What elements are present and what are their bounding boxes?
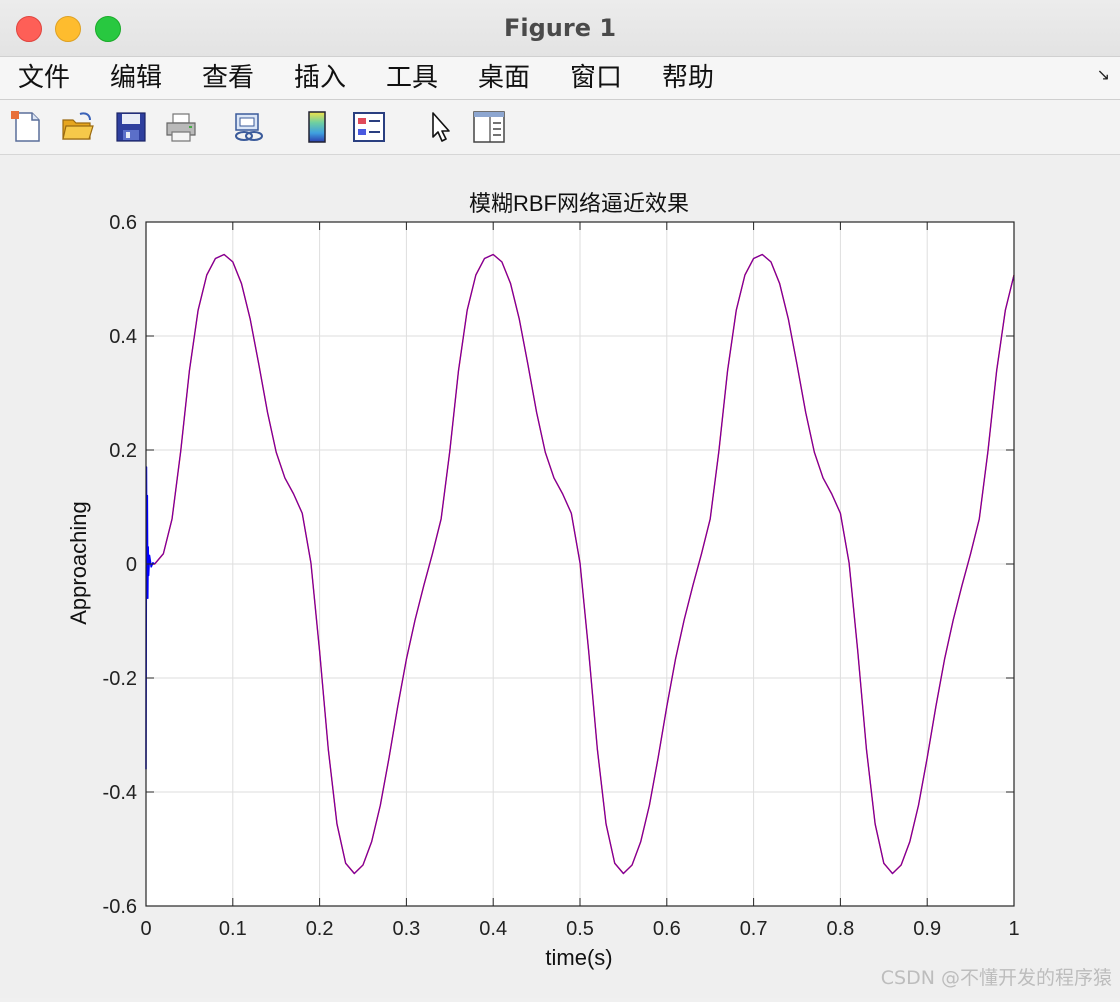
dock-arrow-icon[interactable]: ↘ [1097,65,1110,84]
new-figure-icon[interactable] [10,110,44,144]
menu-file[interactable]: 文件 [18,61,70,95]
x-tick-label: 0 [140,918,151,940]
pointer-icon[interactable] [424,110,458,144]
y-tick-label: 0.6 [109,212,137,234]
x-tick-label: 0.1 [219,918,247,940]
x-tick-label: 0.5 [566,918,594,940]
y-tick-label: 0 [126,554,137,576]
window-title: Figure 1 [503,14,617,42]
property-inspector-icon[interactable] [472,110,506,144]
line-chart[interactable]: 0 0.1 0.2 0.3 0.4 0.5 0.6 0.7 0.8 0.9 1 -0.6 -0.4 -0.… [0,155,1120,998]
legend-icon[interactable] [352,110,386,144]
menu-help[interactable]: 帮助 [662,61,714,95]
y-tick-label: -0.2 [103,668,137,690]
x-tick-label: 1 [1008,918,1019,940]
plot-area: 0 0.1 0.2 0.3 0.4 0.5 0.6 0.7 0.8 0.9 1 -0.6 -0.4 -0.… [0,155,1120,998]
y-axis-label: Approaching [66,501,91,625]
chart-title: 模糊RBF网络逼近效果 [469,191,689,216]
x-axis-label: time(s) [545,945,612,970]
menu-insert[interactable]: 插入 [294,61,346,95]
title-bar[interactable]: Figure 1 [0,0,1120,57]
x-tick-label: 0.8 [826,918,854,940]
y-tick-label: -0.4 [103,782,137,804]
y-tick-label: -0.6 [103,896,137,918]
x-tick-label: 0.6 [653,918,681,940]
figure-window: Figure 1 文件 编辑 查看 插入 工具 桌面 窗口 帮助 ↘ 0 0.1… [0,0,1120,998]
menu-edit[interactable]: 编辑 [110,61,162,95]
print-icon[interactable] [164,110,198,144]
menu-view[interactable]: 查看 [202,61,254,95]
link-plot-icon[interactable] [232,110,266,144]
open-file-icon[interactable] [60,110,94,144]
menu-tools[interactable]: 工具 [386,61,438,95]
menu-desktop[interactable]: 桌面 [478,61,530,95]
x-tick-label: 0.9 [913,918,941,940]
y-tick-label: 0.2 [109,440,137,462]
x-tick-label: 0.7 [740,918,768,940]
x-tick-label: 0.4 [479,918,507,940]
y-tick-label: 0.4 [109,326,137,348]
colorbar-icon[interactable] [300,110,334,144]
menu-bar: 文件 编辑 查看 插入 工具 桌面 窗口 帮助 ↘ [0,57,1120,100]
watermark-text: CSDN @不懂开发的程序猿 [880,967,1112,989]
figure-toolbar [0,100,1120,155]
save-icon[interactable] [114,110,148,144]
menu-window[interactable]: 窗口 [570,61,622,95]
x-tick-label: 0.2 [306,918,334,940]
x-tick-label: 0.3 [392,918,420,940]
